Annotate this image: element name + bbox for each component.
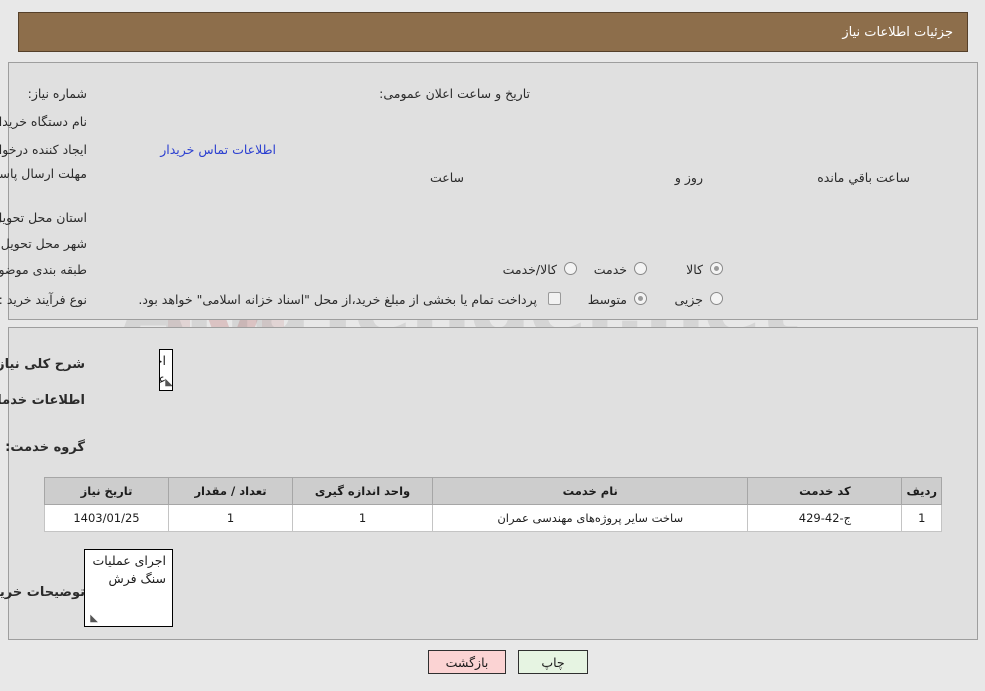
radio-classification-khedmat[interactable]: [634, 262, 647, 275]
radio-process-motevaset[interactable]: [634, 292, 647, 305]
buyer-notes-value: اجرای عملیات سنگ فرش: [92, 553, 167, 586]
buyer-notes-textarea[interactable]: اجرای عملیات سنگ فرش ◣: [84, 549, 173, 627]
th-need-date: تاریخ نیاز: [44, 477, 169, 505]
general-desc-label: شرح کلی نیاز:: [0, 357, 85, 372]
th-service-code: کد خدمت: [747, 477, 903, 505]
radio-classification-kala-khedmat[interactable]: [564, 262, 577, 275]
resize-grip-icon[interactable]: ◣: [163, 378, 172, 388]
public-announce-label: تاریخ و ساعت اعلان عمومی:: [379, 86, 530, 101]
purchase-process-label: نوع فرآیند خرید :: [0, 292, 87, 307]
td-unit: 1: [292, 504, 433, 532]
td-need-date: 1403/01/25: [44, 504, 169, 532]
buyer-notes-label: توضیحات خریدار:: [0, 585, 85, 600]
td-service-name: ساخت سایر پروژه‌های مهندسی عمران: [431, 504, 749, 532]
buyer-org-label: نام دستگاه خریدار:: [0, 114, 87, 129]
city-label: شهر محل تحویل:: [0, 236, 87, 251]
service-group-label: گروه خدمت:: [5, 440, 85, 455]
radio-process-jozei-label: جزیی: [674, 292, 703, 307]
td-service-code: ج-42-429: [747, 504, 903, 532]
radio-classification-kala-label: کالا: [686, 262, 703, 277]
radio-process-motevaset-label: متوسط: [587, 292, 627, 307]
th-quantity: تعداد / مقدار: [168, 477, 293, 505]
services-table: ردیف کد خدمت نام خدمت واحد اندازه گیری ت…: [44, 477, 942, 532]
th-unit: واحد اندازه گیری: [292, 477, 433, 505]
page-root: V AriaTender.net جزئیات اطلاعات نیاز شما…: [0, 0, 985, 691]
province-label: استان محل تحویل:: [0, 210, 87, 225]
radio-classification-kala[interactable]: [710, 262, 723, 275]
islamic-treasury-note: پرداخت تمام یا بخشی از مبلغ خرید،از محل …: [138, 292, 537, 307]
need-number-label: شماره نیاز:: [27, 86, 87, 101]
requester-label: ایجاد کننده درخواست:: [0, 142, 87, 157]
general-desc-textarea[interactable]: اجرای عملیات سنگ فرش ◣: [159, 349, 173, 391]
radio-classification-khedmat-label: خدمت: [593, 262, 627, 277]
remaining-hours-label: ساعت باقي مانده: [817, 170, 910, 185]
print-button[interactable]: چاپ: [518, 650, 588, 674]
th-service-name: نام خدمت: [431, 477, 749, 505]
page-title-bar: جزئیات اطلاعات نیاز: [18, 12, 968, 52]
table-row: 1 ج-42-429 ساخت سایر پروژه‌های مهندسی عم…: [44, 504, 942, 532]
checkbox-islamic-treasury[interactable]: [548, 292, 561, 305]
radio-classification-kala-khedmat-label: کالا/خدمت: [502, 262, 557, 277]
deadline-label: مهلت ارسال پاسخ: تا تاریخ:: [0, 166, 87, 181]
page-title: جزئیات اطلاعات نیاز: [842, 24, 953, 40]
services-section-title: اطلاعات خدمات مورد نیاز: [0, 393, 85, 408]
buyer-contact-link[interactable]: اطلاعات تماس خریدار: [160, 142, 276, 157]
radio-process-jozei[interactable]: [710, 292, 723, 305]
remaining-days-label: روز و: [674, 170, 703, 185]
th-row: ردیف: [901, 477, 942, 505]
classification-label: طبقه بندی موضوعی:: [0, 262, 87, 277]
td-quantity: 1: [168, 504, 293, 532]
deadline-hour-label: ساعت: [429, 170, 464, 185]
back-button[interactable]: بازگشت: [428, 650, 506, 674]
table-header-row: ردیف کد خدمت نام خدمت واحد اندازه گیری ت…: [44, 477, 942, 505]
td-row: 1: [901, 504, 942, 532]
resize-grip-icon-notes[interactable]: ◣: [88, 614, 98, 624]
